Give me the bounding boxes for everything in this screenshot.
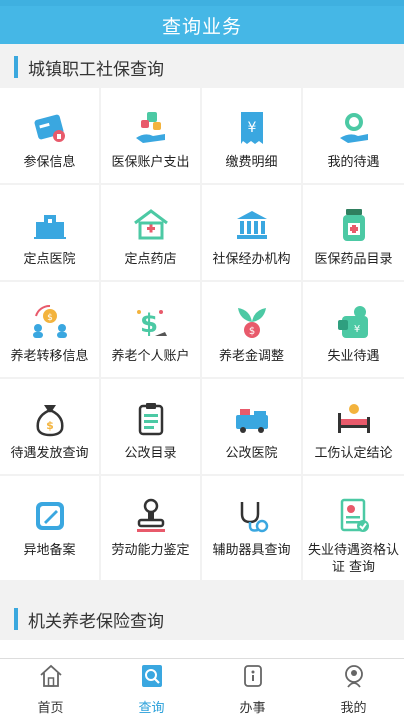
grid-item-label: 失业待遇资格认证 查询 — [307, 543, 399, 575]
svg-text:$: $ — [47, 313, 53, 323]
svg-text:¥: ¥ — [353, 324, 359, 335]
tab-label: 首页 — [37, 701, 64, 716]
svg-text:$: $ — [139, 309, 157, 339]
page-title: 查询业务 — [0, 6, 404, 44]
svg-text:¥: ¥ — [247, 120, 256, 136]
section-header-government-pension: 机关养老保险查询 — [0, 598, 404, 640]
money-plant-icon: $ — [232, 302, 272, 342]
grid-item-medical-account[interactable]: 医保账户支出 — [101, 88, 200, 183]
grid-item-label: 待遇发放查询 — [10, 446, 89, 461]
grid-item-label: 社保经办机构 — [212, 252, 291, 267]
edit-pencil-icon — [30, 496, 70, 536]
grid-item-label: 参保信息 — [23, 155, 76, 170]
grid-item-label: 辅助器具查询 — [212, 543, 291, 558]
grid-item-benefit-payment-query[interactable]: $ 待遇发放查询 — [0, 379, 99, 474]
grid-item-work-injury-conclusion[interactable]: 工伤认定结论 — [303, 379, 404, 474]
grid-item-label: 养老转移信息 — [10, 349, 89, 364]
grid-item-payment-details[interactable]: ¥ 缴费明细 — [202, 88, 301, 183]
svg-text:$: $ — [46, 419, 54, 432]
stethoscope-icon — [232, 496, 272, 536]
section-accent-bar — [14, 56, 18, 78]
grid-item-label: 医保账户支出 — [111, 155, 190, 170]
id-card-icon — [30, 108, 70, 148]
money-bag-icon: $ — [30, 399, 70, 439]
grid-item-label: 定点医院 — [23, 252, 76, 267]
bottom-tab-bar: 首页 查询 办事 我的 — [0, 658, 404, 720]
grid-item-label: 我的待遇 — [327, 155, 380, 170]
hospital-icon — [30, 205, 70, 245]
svg-text:$: $ — [248, 326, 254, 337]
tab-label: 查询 — [138, 701, 165, 716]
grid-item-label: 医保药品目录 — [314, 252, 393, 267]
grid-item-social-security-agency[interactable]: 社保经办机构 — [202, 185, 301, 280]
pension-account-icon: $ — [131, 302, 171, 342]
grid-item-label: 异地备案 — [23, 543, 76, 558]
grid-item-work-ability-appraisal[interactable]: 劳动能力鉴定 — [101, 476, 200, 580]
grid-item-public-reform-catalog[interactable]: 公改目录 — [101, 379, 200, 474]
tab-services[interactable]: 办事 — [202, 659, 303, 720]
grid-item-assistive-device-query[interactable]: 辅助器具查询 — [202, 476, 301, 580]
grid-item-label: 劳动能力鉴定 — [111, 543, 190, 558]
grid-item-unemployment-benefits[interactable]: ¥ 失业待遇 — [303, 282, 404, 377]
grid-item-pension-transfer[interactable]: $ 养老转移信息 — [0, 282, 99, 377]
section-title-text: 机关养老保险查询 — [28, 611, 164, 632]
query-grid: 参保信息 医保账户支出 ¥ 缴费明细 我的待遇 定点医院 定点药店 社保经办机构… — [0, 88, 404, 580]
grid-item-unemployment-qualification[interactable]: 失业待遇资格认证 查询 — [303, 476, 404, 580]
benefit-hand-icon — [334, 108, 374, 148]
section-accent-bar — [14, 608, 18, 630]
grid-item-label: 养老个人账户 — [111, 349, 190, 364]
section-header-social-insurance: 城镇职工社保查询 — [0, 46, 404, 88]
clipboard-icon — [131, 399, 171, 439]
grid-item-remote-filing[interactable]: 异地备案 — [0, 476, 99, 580]
grid-item-label: 养老金调整 — [218, 349, 284, 364]
section-title-text: 城镇职工社保查询 — [28, 59, 164, 80]
grid-row-partial — [0, 640, 404, 658]
ambulance-icon — [232, 399, 272, 439]
tab-profile[interactable]: 我的 — [303, 659, 404, 720]
page-title-text: 查询业务 — [161, 15, 242, 38]
grid-item-insurance-info[interactable]: 参保信息 — [0, 88, 99, 183]
document-check-icon — [334, 496, 374, 536]
grid-item-my-benefits[interactable]: 我的待遇 — [303, 88, 404, 183]
tab-label: 办事 — [239, 701, 266, 716]
tab-query[interactable]: 查询 — [101, 659, 202, 720]
grid-item-label: 失业待遇 — [327, 349, 380, 364]
unemployment-icon: ¥ — [334, 302, 374, 342]
payment-receipt-icon: ¥ — [232, 108, 272, 148]
tab-label: 我的 — [340, 701, 367, 716]
stamp-icon — [131, 496, 171, 536]
medicine-jar-icon — [334, 205, 374, 245]
grid-item-label: 定点药店 — [124, 252, 177, 267]
medical-account-icon — [131, 108, 171, 148]
grid-item-label: 公改医院 — [225, 446, 278, 461]
grid-item-label: 缴费明细 — [225, 155, 278, 170]
grid-item-public-reform-hospital[interactable]: 公改医院 — [202, 379, 301, 474]
transfer-people-icon: $ — [30, 302, 70, 342]
grid-item-label: 公改目录 — [124, 446, 177, 461]
grid-item-drug-catalog[interactable]: 医保药品目录 — [303, 185, 404, 280]
grid-item-pension-account[interactable]: $ 养老个人账户 — [101, 282, 200, 377]
home-icon — [38, 663, 64, 693]
query-icon — [139, 663, 165, 693]
service-icon — [240, 663, 266, 693]
pharmacy-icon — [131, 205, 171, 245]
tab-home[interactable]: 首页 — [0, 659, 101, 720]
grid-item-pension-adjustment[interactable]: $ 养老金调整 — [202, 282, 301, 377]
injury-bed-icon — [334, 399, 374, 439]
grid-item-designated-pharmacy[interactable]: 定点药店 — [101, 185, 200, 280]
institution-icon — [232, 205, 272, 245]
profile-icon — [341, 663, 367, 693]
grid-item-label: 工伤认定结论 — [314, 446, 393, 461]
grid-item-designated-hospital[interactable]: 定点医院 — [0, 185, 99, 280]
